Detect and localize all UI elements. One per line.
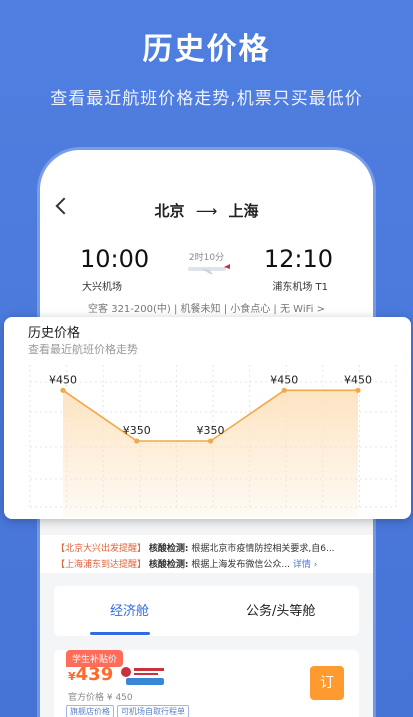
tab-active-indicator: [90, 632, 150, 635]
notice-text: 根据北京市疫情防控相关要求,自6...: [191, 544, 335, 554]
itinerary-chip: 可机场自取行程单: [117, 705, 189, 717]
cabin-tabs: 经济舱 公务/头等舱: [54, 586, 359, 636]
price-label: ¥450: [344, 373, 372, 386]
airplane-icon: [188, 264, 230, 274]
price-label: ¥450: [270, 373, 298, 386]
price-area: [63, 390, 358, 517]
notice-row: 【上海浦东到达提醒】 核酸检测: 根据上海发布微信公众... 详情 ›: [56, 557, 317, 570]
price-chart: ¥450 ¥350 ¥350 ¥450 ¥450: [29, 365, 397, 517]
price-point: [134, 438, 140, 444]
destination-city: 上海: [228, 202, 259, 220]
price-label: ¥350: [123, 424, 151, 437]
notice-label: 核酸检测:: [148, 560, 189, 570]
promo-title: 历史价格: [142, 32, 271, 67]
arrival-airport: 浦东机场 T1: [272, 282, 328, 293]
price-point: [60, 387, 66, 393]
departure-airport: 大兴机场: [82, 282, 122, 293]
notice-tag: 【北京大兴出发提醒】: [56, 544, 147, 554]
fare-price: ¥439: [68, 664, 113, 685]
price-history-card: 历史价格 查看最近航班价格走势 ¥450 ¥350 ¥350 ¥450 ¥450: [4, 317, 411, 519]
price-point: [281, 387, 287, 393]
tab-economy[interactable]: 经济舱: [110, 600, 149, 619]
chip-row: 旗舰店价格 可机场自取行程单: [66, 705, 192, 717]
route-title: 北京 ⟶ 上海: [40, 200, 373, 221]
fare-offer[interactable]: 学生补贴价 ¥439 官方价格 ¥ 450 旗舰店价格 可机场自取行程单 订: [54, 650, 359, 717]
book-button[interactable]: 订: [310, 666, 344, 700]
flight-header: 北京 ⟶ 上海 10:00 2时10分 12:10 大兴机场 浦东机场 T1 空…: [40, 150, 373, 320]
notice-row: 【北京大兴出发提醒】 核酸检测: 根据北京市疫情防控相关要求,自6...: [56, 541, 335, 554]
price-value: 439: [75, 664, 114, 685]
arrival-time: 12:10: [263, 245, 333, 273]
notice-text: 根据上海发布微信公众...: [191, 560, 290, 570]
notice-panel: 【北京大兴出发提醒】 核酸检测: 根据北京市疫情防控相关要求,自6... 【上海…: [40, 535, 373, 573]
price-point: [355, 387, 361, 393]
details-link[interactable]: 详情 ›: [293, 560, 317, 570]
price-label: ¥350: [197, 424, 225, 437]
currency-symbol: ¥: [68, 670, 76, 683]
price-label: ¥450: [49, 373, 77, 386]
tab-business[interactable]: 公务/头等舱: [246, 600, 315, 619]
notice-tag: 【上海浦东到达提醒】: [56, 560, 147, 570]
official-price: 官方价格 ¥ 450: [68, 693, 133, 703]
route-arrow-icon: ⟶: [195, 202, 218, 220]
flagship-chip: 旗舰店价格: [66, 705, 114, 717]
origin-city: 北京: [154, 202, 185, 220]
promo-subtitle: 查看最近航班价格走势,机票只买最低价: [50, 89, 363, 109]
aircraft-info[interactable]: 空客 321-200(中) | 机餐未知 | 小食点心 | 无 WiFi >: [40, 300, 373, 315]
notice-label: 核酸检测:: [148, 544, 189, 554]
airline-logo-icon: [121, 667, 164, 685]
price-point: [207, 438, 214, 444]
